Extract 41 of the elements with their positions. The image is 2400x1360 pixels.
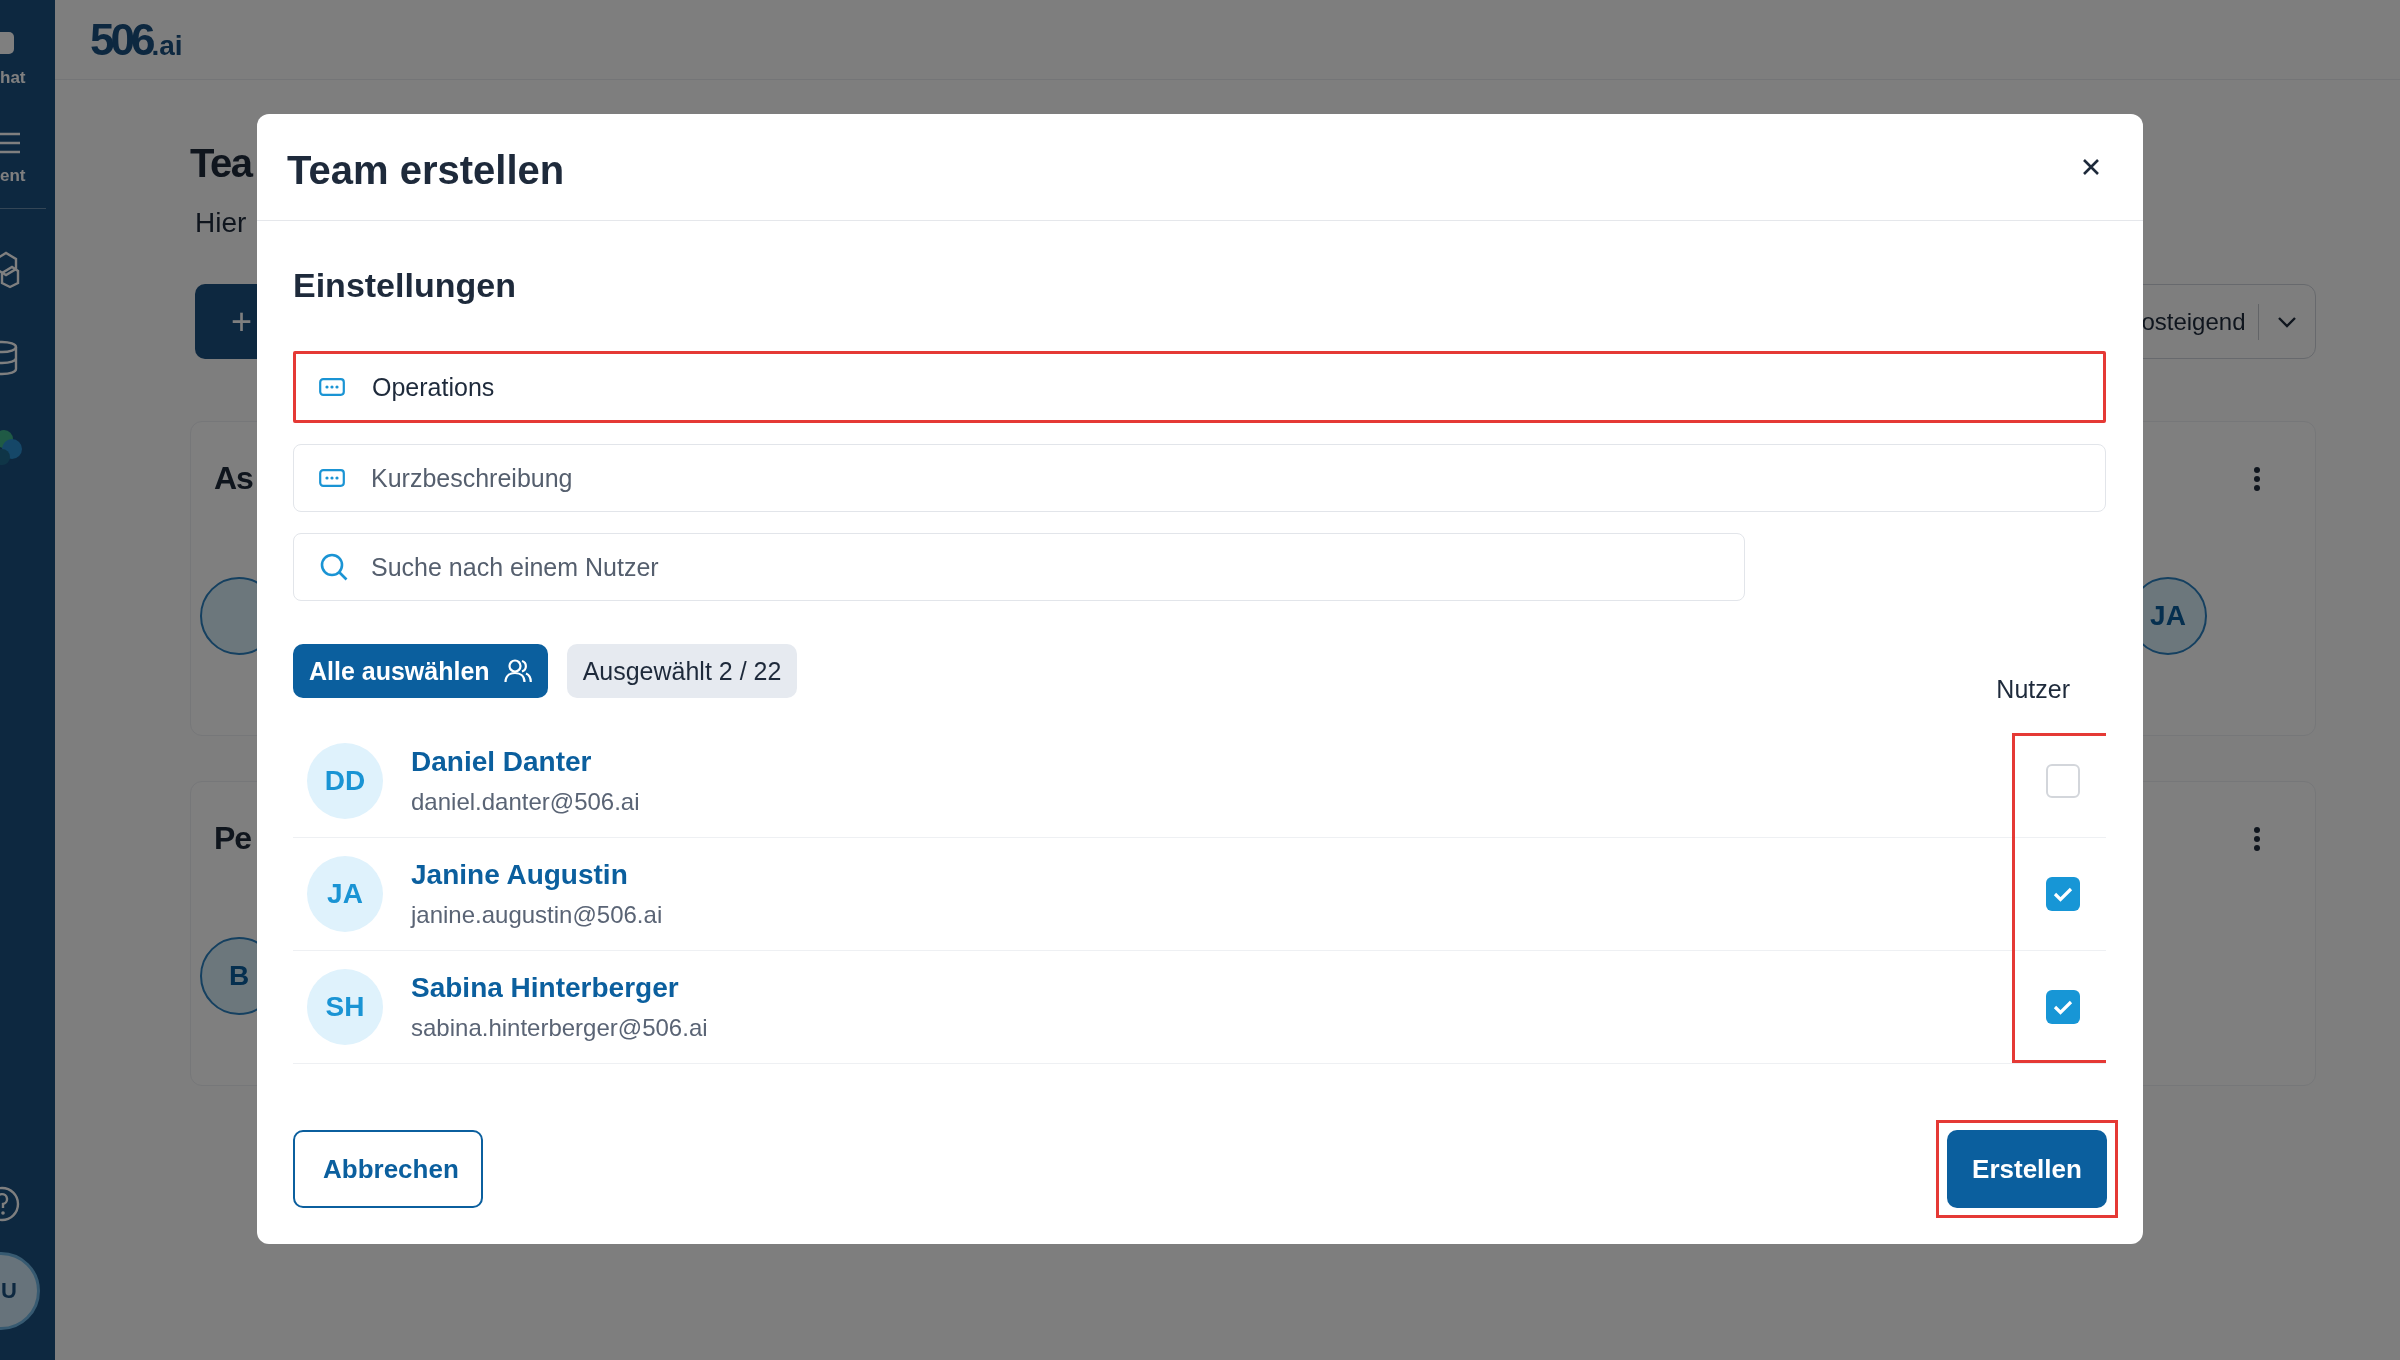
search-icon (319, 552, 349, 582)
kebab-menu-icon[interactable] (2253, 465, 2261, 492)
checkbox[interactable] (2046, 990, 2080, 1024)
text-field[interactable]: Operations (293, 351, 2106, 423)
card-title: Pe (214, 820, 252, 857)
section-heading: Einstellungen (293, 265, 517, 305)
dialog-title: Team erstellen (287, 146, 565, 193)
user-email: daniel.danter@506.ai (411, 788, 640, 816)
select-all-button[interactable]: Alle auswählen (293, 644, 548, 698)
search-field[interactable]: Suche nach einem Nutzer (293, 533, 1745, 601)
page-title: Tea (190, 140, 252, 187)
user-avatar: DD (307, 743, 383, 819)
checkbox[interactable] (2046, 764, 2080, 798)
user-email: janine.augustin@506.ai (411, 901, 663, 929)
user-name: Sabina Hinterberger (411, 972, 680, 1004)
create-button[interactable]: Erstellen (1947, 1130, 2107, 1208)
menu-icon[interactable] (0, 130, 22, 156)
card-title: As (214, 460, 253, 497)
textbox-icon (319, 378, 345, 396)
nav-label[interactable]: hat (0, 68, 26, 88)
chevron-down-icon (2277, 315, 2297, 328)
cancel-button[interactable]: Abbrechen (293, 1130, 483, 1208)
check-icon (2053, 886, 2073, 902)
textbox-icon (319, 469, 345, 487)
user-name: Janine Augustin (411, 859, 629, 891)
kebab-menu-icon[interactable] (2253, 825, 2261, 852)
checkbox[interactable] (2046, 877, 2080, 911)
column-label: Nutzer (1996, 675, 2070, 704)
user-name: Daniel Danter (411, 746, 593, 778)
check-icon (2053, 999, 2073, 1015)
close-icon[interactable] (2081, 157, 2101, 177)
page-subtitle: Hier (194, 206, 248, 240)
selection-count: Ausgewählt 2 / 22 (566, 644, 798, 698)
user-avatar: JA (307, 856, 383, 932)
chat-icon[interactable] (0, 30, 16, 56)
user-email: sabina.hinterberger@506.ai (411, 1014, 708, 1042)
users-icon (503, 658, 532, 684)
user-avatar: SH (307, 969, 383, 1045)
nav-label[interactable]: ent (0, 166, 26, 186)
text-field[interactable]: Kurzbeschreibung (293, 444, 2106, 512)
logo: 506.ai (90, 17, 183, 62)
